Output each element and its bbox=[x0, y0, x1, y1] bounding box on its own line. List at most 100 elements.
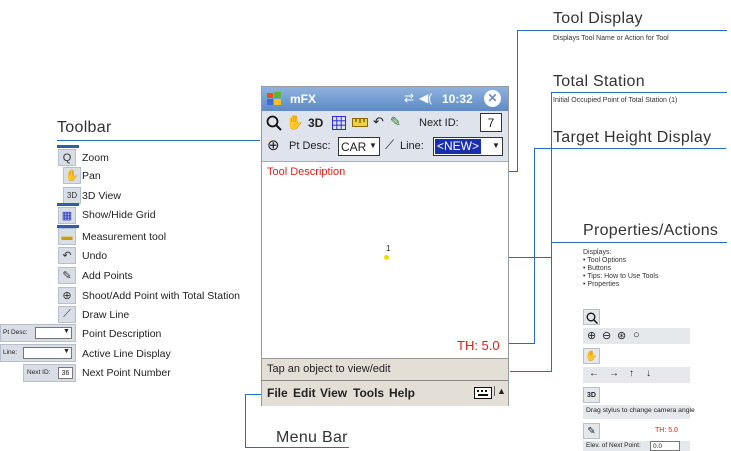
legend-label-next-id: Next Point Number bbox=[82, 367, 171, 379]
target-height-underline bbox=[534, 148, 726, 149]
properties-displays: Displays: bbox=[583, 249, 612, 256]
properties-bullet: • Tool Options bbox=[583, 257, 627, 264]
properties-bullet: • Buttons bbox=[583, 265, 612, 272]
legend-label-add-points: Add Points bbox=[82, 270, 133, 282]
close-icon[interactable]: ✕ bbox=[484, 90, 501, 107]
zoom-icon[interactable] bbox=[266, 115, 282, 131]
legend-strip bbox=[57, 145, 79, 148]
properties-bullet: • Properties bbox=[583, 281, 620, 288]
zoom-out-icon: ⊖ bbox=[602, 330, 612, 342]
3d-view-icon: 3D bbox=[583, 387, 600, 403]
menu-file[interactable]: File bbox=[267, 386, 288, 400]
active-line-select[interactable]: <NEW> ▼ bbox=[433, 137, 503, 156]
clock: 10:32 bbox=[442, 92, 473, 106]
draw-line-icon: ⟋ bbox=[58, 306, 76, 323]
prop-zoom-options: ⊕ ⊖ ⊛ ○ bbox=[583, 328, 690, 344]
grid-icon: ▦ bbox=[58, 207, 76, 224]
legend-label-grid: Show/Hide Grid bbox=[82, 209, 156, 221]
prop-3d-hint: Drag stylus to change camera angle bbox=[586, 407, 695, 414]
legend-label-active-line: Active Line Display bbox=[82, 348, 171, 360]
total-station-desc: Initial Occupied Point of Total Station … bbox=[553, 97, 678, 104]
menu-edit[interactable]: Edit bbox=[293, 386, 316, 400]
menu-view[interactable]: View bbox=[320, 386, 347, 400]
total-station-underline bbox=[551, 92, 727, 93]
connectivity-icon[interactable]: ⇄ bbox=[404, 91, 414, 105]
device-screen: mFX ⇄ ◀( 10:32 ✕ ✋ 3D ↶ ✎ Next ID: 7 ⊕ P… bbox=[261, 86, 509, 406]
volume-icon[interactable]: ◀( bbox=[419, 91, 432, 105]
legend-line-label: Line: bbox=[3, 349, 18, 356]
legend-line-field: Line: ▼ bbox=[0, 344, 76, 362]
chevron-down-icon: ▼ bbox=[63, 348, 70, 355]
legend-pt-desc-field: Pt Desc: ▼ bbox=[0, 324, 76, 342]
arrow-left-icon: ← bbox=[589, 368, 599, 379]
add-points-icon: ✎ bbox=[583, 423, 600, 439]
occupied-point-marker[interactable] bbox=[384, 255, 389, 260]
properties-leader bbox=[510, 371, 552, 372]
prop-pan-options: ← → ↑ ↓ bbox=[583, 367, 690, 383]
properties-bullet: • Tips: How to Use Tools bbox=[583, 273, 659, 280]
grid-icon[interactable] bbox=[332, 116, 346, 130]
legend-next-id-label: Next ID: bbox=[27, 369, 51, 376]
undo-icon: ↶ bbox=[58, 247, 76, 264]
windows-start-icon[interactable] bbox=[266, 91, 282, 107]
prop-elev-row: Elev. of Next Point: 0.0 bbox=[583, 441, 690, 451]
undo-icon[interactable]: ↶ bbox=[373, 114, 384, 130]
prop-3d-hint-row: Drag stylus to change camera angle bbox=[583, 405, 695, 419]
tool-display-underline bbox=[517, 30, 727, 31]
draw-line-icon[interactable]: ⟋ bbox=[385, 137, 394, 153]
total-station-icon: ⊕ bbox=[58, 287, 76, 304]
legend-label-3d-view: 3D View bbox=[82, 190, 121, 202]
add-points-icon[interactable]: ✎ bbox=[390, 114, 401, 130]
tool-display-leader bbox=[517, 30, 518, 171]
status-text: Tap an object to view/edit bbox=[267, 363, 391, 375]
prop-elev-label: Elev. of Next Point: bbox=[586, 442, 641, 449]
arrow-down-icon: ↓ bbox=[646, 368, 651, 379]
target-height-leader bbox=[534, 148, 535, 344]
chevron-down-icon: ▼ bbox=[63, 328, 70, 335]
target-height-display: TH: 5.0 bbox=[457, 338, 500, 353]
target-height-title: Target Height Display bbox=[553, 129, 712, 146]
3d-view-button[interactable]: 3D bbox=[308, 116, 323, 130]
prop-zoom-button bbox=[583, 309, 600, 325]
pt-desc-label: Pt Desc: bbox=[289, 140, 331, 152]
legend-label-undo: Undo bbox=[82, 250, 108, 262]
menu-bar: File Edit View Tools Help ▲ bbox=[262, 380, 508, 406]
pt-desc-select[interactable]: CAR ▼ bbox=[338, 137, 380, 156]
point-label: 1 bbox=[386, 244, 391, 253]
measure-tool-icon[interactable] bbox=[352, 118, 368, 127]
chevron-down-icon: ▼ bbox=[492, 141, 500, 150]
title-bar: mFX ⇄ ◀( 10:32 ✕ bbox=[262, 87, 508, 111]
pt-desc-value: CAR bbox=[341, 140, 367, 154]
properties-underline bbox=[551, 242, 727, 243]
line-label: Line: bbox=[400, 140, 424, 152]
3d-view-icon: 3D bbox=[63, 187, 81, 204]
zoom-in-icon: ⊕ bbox=[587, 330, 597, 342]
zoom-extents-icon: ○ bbox=[633, 329, 640, 341]
toolbar-leader bbox=[57, 140, 260, 141]
total-station-icon[interactable]: ⊕ bbox=[267, 136, 280, 154]
legend-pt-desc-label: Pt Desc: bbox=[3, 329, 28, 336]
properties-title: Properties/Actions bbox=[583, 222, 719, 239]
menu-help[interactable]: Help bbox=[389, 386, 415, 400]
pan-icon[interactable]: ✋ bbox=[286, 114, 303, 131]
legend-label-zoom: Zoom bbox=[82, 152, 109, 164]
tool-display-desc: Displays Tool Name or Action for Tool bbox=[553, 35, 669, 42]
menu-tools[interactable]: Tools bbox=[353, 386, 384, 400]
menu-bar-leader bbox=[245, 394, 246, 448]
next-id-label: Next ID: bbox=[419, 117, 459, 129]
legend-next-id-field: Next ID: 36 bbox=[23, 364, 76, 382]
menu-bar-title: Menu Bar bbox=[276, 429, 348, 446]
tool-description: Tool Description bbox=[267, 166, 346, 178]
app-title: mFX bbox=[290, 92, 317, 106]
total-station-leader bbox=[551, 92, 552, 258]
chevron-down-icon: ▼ bbox=[369, 141, 377, 150]
properties-leader bbox=[551, 242, 552, 371]
arrow-right-icon: → bbox=[609, 368, 619, 379]
menu-bar-underline bbox=[245, 447, 349, 448]
legend-label-pt-desc: Point Description bbox=[82, 328, 162, 340]
next-id-input[interactable]: 7 bbox=[480, 113, 502, 132]
toolbar: ✋ 3D ↶ ✎ Next ID: 7 ⊕ Pt Desc: CAR ▼ ⟋ L… bbox=[262, 111, 508, 162]
pan-icon: ✋ bbox=[583, 348, 600, 364]
input-panel-arrow-icon[interactable]: ▲ bbox=[494, 386, 506, 396]
keyboard-icon[interactable] bbox=[474, 387, 492, 399]
